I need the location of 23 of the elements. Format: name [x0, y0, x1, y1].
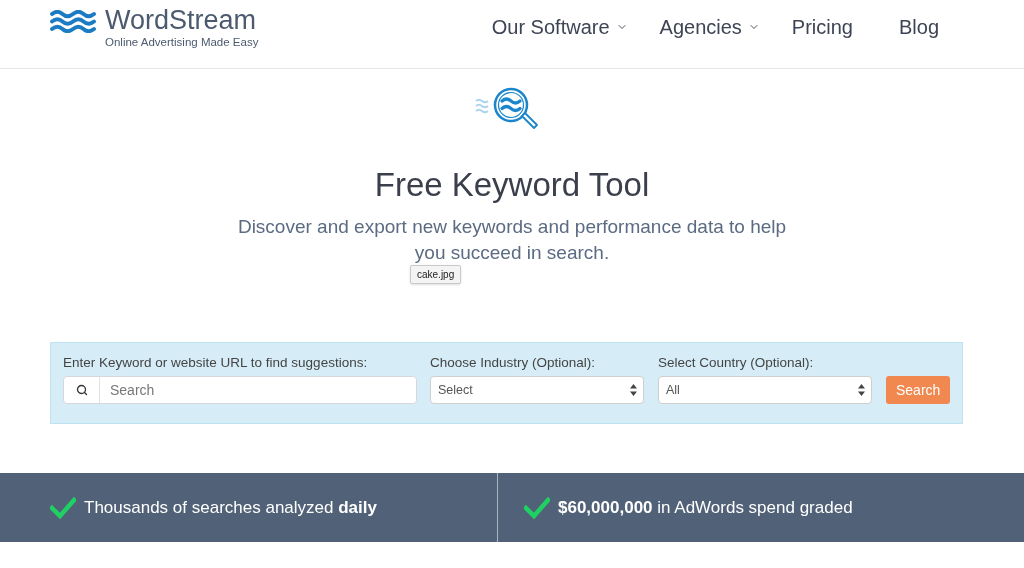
- search-field[interactable]: Search: [63, 376, 417, 404]
- nav-link[interactable]: Pricing: [791, 14, 853, 40]
- nav-link[interactable]: Our Software: [491, 14, 628, 40]
- sort-arrows-icon: [630, 384, 637, 396]
- logo-tagline: Online Advertising Made Easy: [105, 36, 259, 49]
- check-icon: [50, 496, 76, 519]
- check-icon: [524, 496, 550, 519]
- waves-logo-icon: [50, 10, 96, 33]
- field-label: Select Country (Optional):: [658, 354, 815, 372]
- industry-select[interactable]: Select: [430, 376, 644, 404]
- field-label: Enter Keyword or website URL to find suggestions:: [63, 354, 369, 372]
- search-icon: [75, 384, 88, 396]
- nav-link[interactable]: Agencies: [659, 14, 760, 40]
- field-label: Choose Industry (Optional):: [430, 354, 597, 372]
- sort-arrows-icon: [858, 384, 865, 396]
- logo-wordmark[interactable]: WordStream: [105, 5, 259, 36]
- nav-link[interactable]: Blog: [898, 14, 939, 40]
- file-tooltip: cake.jpg: [410, 265, 462, 284]
- stat-text: Thousands of searches analyzed daily: [84, 496, 377, 519]
- page-subtitle: Discover and export new keywords and performance data to help you succeed in search.: [236, 215, 788, 265]
- country-select[interactable]: All: [658, 376, 872, 404]
- page-title: Free Keyword Tool: [374, 165, 650, 205]
- stat-text: $60,000,000 in AdWords spend graded: [558, 496, 853, 519]
